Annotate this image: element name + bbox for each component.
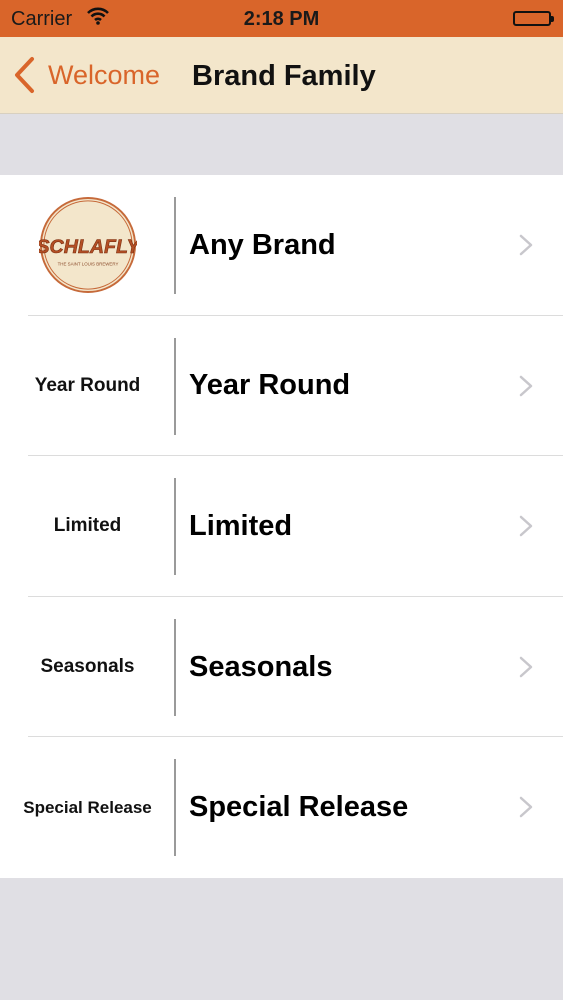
row-title: Any Brand (189, 228, 336, 261)
chevron-right-icon (519, 375, 533, 396)
row-badge-label: Seasonals (40, 656, 135, 678)
svg-text:THE SAINT LOUIS BREWERY: THE SAINT LOUIS BREWERY (57, 262, 118, 267)
row-divider (174, 759, 176, 857)
row-badge: Limited (0, 456, 175, 597)
list-item-seasonals[interactable]: Seasonals Seasonals (0, 597, 563, 738)
row-badge: Special Release (0, 737, 175, 878)
chevron-right-icon (519, 656, 533, 678)
row-divider (174, 197, 176, 294)
row-badge: Seasonals (0, 597, 175, 738)
row-badge-label: Special Release (23, 797, 152, 817)
schlafly-logo: SCHLAFLY THE SAINT LOUIS BREWERY (39, 197, 137, 294)
row-badge: SCHLAFLY THE SAINT LOUIS BREWERY (0, 175, 175, 316)
list-item-limited[interactable]: Limited Limited (0, 456, 563, 597)
back-button-label: Welcome (48, 59, 161, 90)
back-button[interactable]: Welcome (12, 55, 160, 95)
chevron-right-icon (519, 797, 533, 818)
chevron-left-icon (15, 57, 34, 93)
chevron-right-icon (519, 234, 533, 256)
row-title: Special Release (189, 791, 409, 824)
status-bar: Carrier 2:18 PM (0, 0, 563, 37)
row-badge: Year Round (0, 316, 175, 457)
row-divider (174, 618, 176, 716)
row-badge-label: Year Round (34, 374, 141, 396)
navigation-bar: Welcome Brand Family (0, 37, 563, 114)
brand-family-list: SCHLAFLY THE SAINT LOUIS BREWERY Any Bra… (0, 175, 563, 878)
list-item-special-release[interactable]: Special Release Special Release (0, 737, 563, 878)
row-divider (174, 478, 176, 576)
row-badge-label: Limited (53, 515, 122, 537)
row-title: Limited (189, 509, 293, 542)
list-item-year-round[interactable]: Year Round Year Round (0, 316, 563, 457)
page-title: Brand Family (192, 60, 376, 92)
svg-text:SCHLAFLY: SCHLAFLY (39, 236, 137, 258)
row-title: Seasonals (189, 650, 333, 683)
list-item-any-brand[interactable]: SCHLAFLY THE SAINT LOUIS BREWERY Any Bra… (0, 175, 563, 316)
row-divider (174, 337, 176, 435)
battery-icon (513, 11, 554, 26)
chevron-right-icon (519, 515, 533, 537)
row-title: Year Round (189, 369, 351, 402)
clock: 2:18 PM (243, 8, 320, 30)
